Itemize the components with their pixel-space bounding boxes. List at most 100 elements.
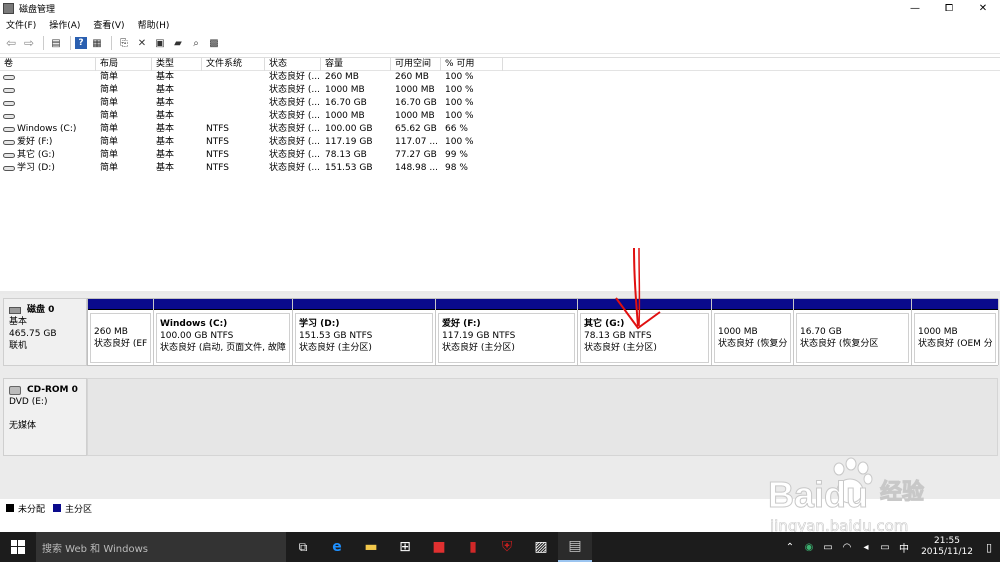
mcafee-icon[interactable]: ⛨ <box>490 532 524 562</box>
table-cell: 简单 <box>100 111 119 121</box>
volume-icon <box>3 153 15 158</box>
partition-block[interactable]: 爱好 (F:) 117.19 GB NTFS 状态良好 (主分区) <box>436 299 578 365</box>
menu-view[interactable]: 查看(V) <box>93 18 124 31</box>
col-volume[interactable]: 卷 <box>0 58 96 71</box>
table-cell: 117.07 ... <box>395 137 438 147</box>
partition-block[interactable]: Windows (C:) 100.00 GB NTFS 状态良好 (启动, 页面文件… <box>154 299 293 365</box>
table-row[interactable]: 爱好 (F:) 简单 基本 NTFS 状态良好 (... 117.19 GB 117.07 … <box>0 136 1000 149</box>
col-free-space[interactable]: 可用空间 <box>391 58 441 71</box>
title-bar: 磁盘管理 — ⧠ ✕ <box>0 0 1000 16</box>
menu-action[interactable]: 操作(A) <box>49 18 80 31</box>
power-icon[interactable]: ▭ <box>820 542 836 553</box>
properties-icon[interactable]: ▣ <box>152 35 168 51</box>
col-percent-free[interactable]: % 可用 <box>441 58 503 71</box>
close-button[interactable]: ✕ <box>966 0 1000 16</box>
table-row[interactable]: 其它 (G:) 简单 基本 NTFS 状态良好 (... 78.13 GB 77.27 GB… <box>0 149 1000 162</box>
console-icon[interactable]: ▤ <box>48 35 64 51</box>
partition-type-bar <box>293 299 435 310</box>
disk0-info[interactable]: 磁盘 0 基本 465.75 GB 联机 <box>3 298 87 366</box>
delete-icon[interactable]: ✕ <box>134 35 150 51</box>
table-cell: 状态良好 (... <box>269 163 320 173</box>
wifi-icon[interactable]: ◠ <box>839 542 855 553</box>
action-center-icon[interactable]: ▯ <box>978 541 1000 554</box>
help-icon[interactable]: ? <box>75 37 87 49</box>
table-cell: 65.62 GB <box>395 124 437 134</box>
network-app-icon[interactable]: ◉ <box>801 542 817 553</box>
table-cell: 151.53 GB <box>325 163 373 173</box>
show-hidden-icons-chevron-icon[interactable]: ⌃ <box>782 542 798 553</box>
search-icon[interactable]: ⌕ <box>188 35 204 51</box>
table-cell: 基本 <box>156 85 175 95</box>
volume-icon <box>3 140 15 145</box>
file-explorer-icon[interactable]: ▬ <box>354 532 388 562</box>
edge-icon[interactable]: e <box>320 532 354 562</box>
table-row[interactable]: 简单 基本 状态良好 (... 1000 MB 1000 MB 100 % <box>0 84 1000 97</box>
store-icon[interactable]: ⊞ <box>388 532 422 562</box>
volume-list-header: 卷 布局 类型 文件系统 状态 容量 可用空间 % 可用 <box>0 58 1000 71</box>
back-icon[interactable]: ⇦ <box>3 35 19 51</box>
cdrom0-info[interactable]: CD-ROM 0 DVD (E:) 无媒体 <box>3 378 87 456</box>
forward-icon[interactable]: ⇨ <box>21 35 37 51</box>
volume-name: 爱好 (F:) <box>17 137 53 147</box>
partition-block[interactable]: 1000 MB 状态良好 (恢复分 <box>712 299 794 365</box>
col-capacity[interactable]: 容量 <box>321 58 391 71</box>
col-layout[interactable]: 布局 <box>96 58 152 71</box>
legend: 未分配 主分区 <box>0 499 1000 517</box>
legend-unallocated-swatch <box>6 504 14 512</box>
task-view-icon[interactable]: ⧉ <box>286 532 320 562</box>
open-icon[interactable]: ▰ <box>170 35 186 51</box>
partition-status: 状态良好 (EFI <box>94 339 147 349</box>
col-filesystem[interactable]: 文件系统 <box>202 58 265 71</box>
table-cell: 148.98 ... <box>395 163 438 173</box>
table-row[interactable]: 简单 基本 状态良好 (... 260 MB 260 MB 100 % <box>0 71 1000 84</box>
menu-file[interactable]: 文件(F) <box>6 18 36 31</box>
cdrom0-media: 无媒体 <box>9 421 37 431</box>
table-row[interactable]: 简单 基本 状态良好 (... 1000 MB 1000 MB 100 % <box>0 110 1000 123</box>
partition-block[interactable]: 1000 MB 状态良好 (OEM 分 <box>912 299 999 365</box>
clock[interactable]: 21:55 2015/11/12 <box>916 536 978 558</box>
disk-mgmt-icon[interactable]: ▤ <box>558 532 592 562</box>
col-type[interactable]: 类型 <box>152 58 202 71</box>
volume-icon[interactable]: ◂ <box>858 542 874 553</box>
minimize-button[interactable]: — <box>898 0 932 16</box>
partition-status: 状态良好 (主分区) <box>299 343 372 353</box>
settings-icon[interactable]: ▩ <box>206 35 222 51</box>
partition-block[interactable]: 260 MB 状态良好 (EFI <box>88 299 154 365</box>
partition-block[interactable]: 学习 (D:) 151.53 GB NTFS 状态良好 (主分区) <box>293 299 436 365</box>
table-cell: 基本 <box>156 111 175 121</box>
table-row[interactable]: 简单 基本 状态良好 (... 16.70 GB 16.70 GB 100 % <box>0 97 1000 110</box>
partition-block[interactable]: 其它 (G:) 78.13 GB NTFS 状态良好 (主分区) <box>578 299 712 365</box>
partition-size: 1000 MB <box>918 327 958 337</box>
volume-cell <box>0 110 96 123</box>
window-controls: — ⧠ ✕ <box>898 0 1000 16</box>
table-row[interactable]: Windows (C:) 简单 基本 NTFS 状态良好 (... 100.00 GB 65… <box>0 123 1000 136</box>
message-icon[interactable]: ▭ <box>877 542 893 553</box>
table-cell: 基本 <box>156 72 175 82</box>
maximize-button[interactable]: ⧠ <box>932 0 966 16</box>
volume-cell <box>0 71 96 84</box>
disk-icon <box>9 306 21 314</box>
partition-type-bar <box>88 299 153 310</box>
disk0-size: 465.75 GB <box>9 329 57 339</box>
menu-help[interactable]: 帮助(H) <box>138 18 170 31</box>
partition-block[interactable]: 16.70 GB 状态良好 (恢复分区 <box>794 299 912 365</box>
start-button[interactable] <box>0 532 36 562</box>
taskbar-search-box[interactable]: 搜索 Web 和 Windows <box>36 532 286 562</box>
refresh-icon[interactable]: ⎘ <box>116 35 132 51</box>
table-row[interactable]: 学习 (D:) 简单 基本 NTFS 状态良好 (... 151.53 GB 148.98 … <box>0 162 1000 175</box>
table-cell: 78.13 GB <box>325 150 367 160</box>
partition-body: 1000 MB 状态良好 (OEM 分 <box>914 313 996 363</box>
app-red2-icon[interactable]: ▮ <box>456 532 490 562</box>
app-red-icon[interactable]: ■ <box>422 532 456 562</box>
volume-cell <box>0 97 96 110</box>
volume-cell: Windows (C:) <box>0 123 96 136</box>
col-status[interactable]: 状态 <box>265 58 321 71</box>
partition-body: 爱好 (F:) 117.19 GB NTFS 状态良好 (主分区) <box>438 313 575 363</box>
partition-type-bar <box>154 299 292 310</box>
list-icon[interactable]: ▦ <box>89 35 105 51</box>
volume-name: 学习 (D:) <box>17 163 55 173</box>
photos-icon[interactable]: ▨ <box>524 532 558 562</box>
ime-indicator[interactable]: 中 <box>896 540 912 555</box>
partition-status: 状态良好 (主分区) <box>442 343 515 353</box>
